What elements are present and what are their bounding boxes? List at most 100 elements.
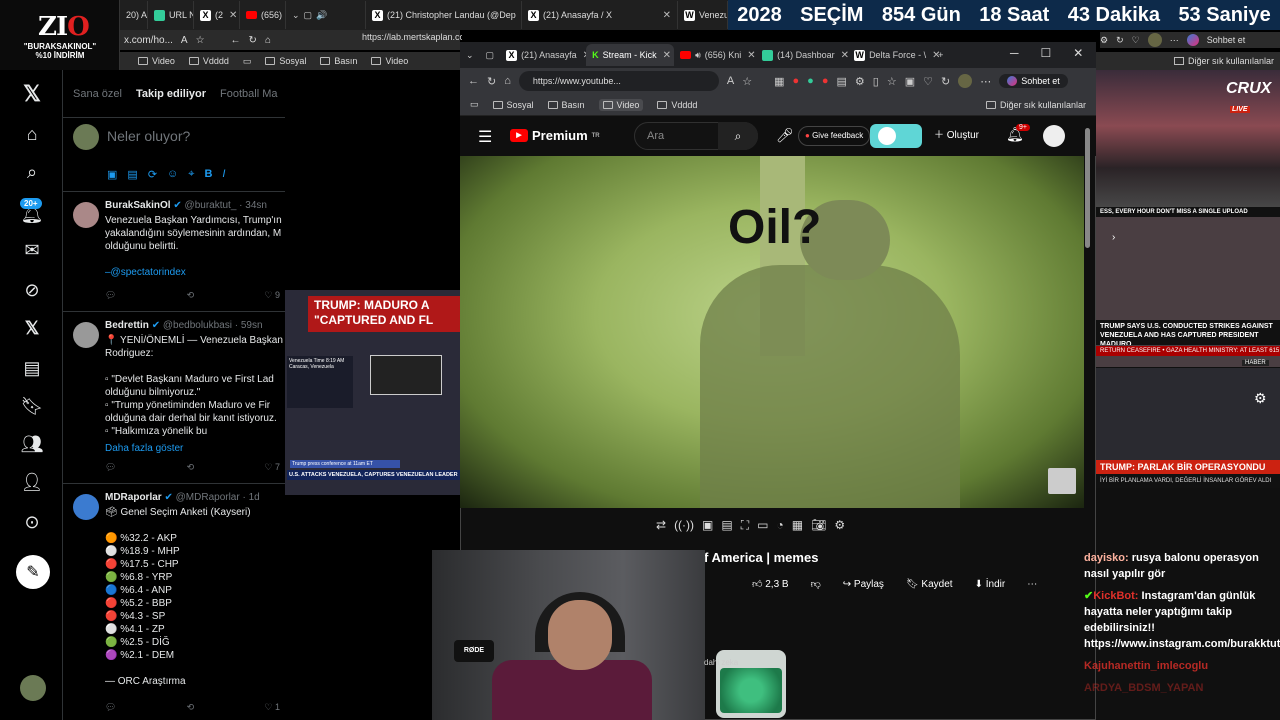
tab-football[interactable]: Football Ma [220,88,277,100]
tweet[interactable]: BurakSakinOl ✔ @buraktut_ · 34sn Venezue… [63,192,285,312]
speaker-icon[interactable]: 🔊 [316,10,327,21]
like-button[interactable]: ♡ 7 [264,462,280,473]
home-icon[interactable]: ⌂ [20,122,44,146]
youtube-premium-logo[interactable]: ▶ Premium TR [510,128,600,143]
like-button[interactable]: 👍︎ 2,3 B [752,578,789,590]
refresh-icon[interactable]: ← [231,35,241,46]
image-icon[interactable]: ▣ [107,168,117,181]
screenshot-icon[interactable]: ▦ [792,518,803,533]
hamburger-menu-icon[interactable]: ☰ [478,127,492,147]
tweet-author[interactable]: Bedrettin [105,320,149,331]
url-field[interactable]: https://www.youtube... [518,71,719,91]
gif-icon[interactable]: ▤ [127,168,137,181]
browser-tab[interactable]: URL N [148,1,194,29]
compose-input[interactable]: Neler oluyor? [107,128,190,144]
more-icon[interactable]: ⋯ [1027,579,1037,590]
tweet-author[interactable]: MDRaporlar [105,492,162,503]
tab-kick-stream[interactable]: K Stream - Kick ✕ [586,44,675,66]
location-icon[interactable]: ⌖ [188,168,194,181]
tweet-author[interactable]: BurakSakinOl [105,200,171,211]
reading-icon[interactable]: ▭ [243,56,252,67]
channel-avatar[interactable] [1043,125,1065,147]
bookmark-item[interactable]: Video [138,56,175,66]
broadcast-icon[interactable]: ((·)) [674,518,694,533]
chat-user[interactable]: Kajuhanettin_imlecoglu [1084,660,1208,672]
mail-icon[interactable]: ✉ [20,238,44,262]
minimize-button[interactable]: ─ [1010,46,1019,60]
collections-icon[interactable]: ▣ [905,75,915,88]
tab-following[interactable]: Takip ediliyor [136,88,206,100]
fullscreen-icon[interactable]: ⛶ [741,518,749,533]
tab-youtube[interactable]: 🔊︎ (656) Kni ✕ [674,44,756,66]
back-icon[interactable]: ← [468,75,479,87]
close-icon[interactable]: ✕ [229,10,237,21]
retweet-icon[interactable]: ⟲ [187,462,195,473]
tab-x-home[interactable]: X(21) Anasayfa✕ [500,44,591,66]
bookmark-icon[interactable]: 🔖︎ [20,394,44,418]
bookmark-item[interactable]: Video [371,56,408,66]
post-button[interactable]: ✎ [16,555,50,589]
browser-tab[interactable]: X (2 ✕ [194,1,240,29]
sync-icon[interactable]: ↻ [941,75,950,88]
extension-red-icon[interactable]: ● [822,75,829,87]
extension-toggle[interactable] [870,124,922,148]
extension-red-icon[interactable]: ● [793,75,800,87]
bookmark-item[interactable]: Sosyal [492,100,534,110]
extension-icon[interactable]: ▦ [774,75,784,88]
bookmark-item[interactable]: Vdddd [657,100,697,110]
extension-green-icon[interactable]: ● [807,75,814,87]
sync-icon[interactable]: ↻ [1116,35,1124,46]
chat-user[interactable]: dayisko: [1084,552,1129,564]
chat-button[interactable]: Sohbet et [1207,35,1246,45]
reload-icon[interactable]: ↻ [249,35,257,46]
grok-icon[interactable]: ⊘ [20,278,44,302]
profile-avatar[interactable] [958,74,973,88]
tab-delta-force[interactable]: W Delta Force - \ ✕ [848,44,940,66]
save-button[interactable]: 🔖︎ Kaydet [906,579,953,590]
translate-icon[interactable]: A [727,75,734,87]
tweet[interactable]: Bedrettin ✔ @bedbolukbasi · 59sn 📍 YENİ/… [63,312,285,484]
more-icon[interactable]: ⋯ [980,75,991,88]
reply-icon[interactable]: 💬︎ [105,290,116,301]
share-button[interactable]: ↪ Paylaş [843,579,884,590]
video-icon[interactable]: ▣ [702,518,713,533]
retweet-icon[interactable]: ⟲ [187,702,195,713]
more-icon[interactable]: ⊙ [20,510,44,534]
close-icon[interactable]: ✕ [747,50,755,61]
camera-icon[interactable]: 📷︎ [811,518,826,533]
favorites-icon[interactable]: ☆ [887,75,897,88]
speed-icon[interactable]: ◔ [776,518,783,533]
gear-icon[interactable]: ⚙ [834,518,845,533]
lists-icon[interactable]: ▤ [20,356,44,380]
reply-icon[interactable]: 💬︎ [105,702,116,713]
feedback-button[interactable]: ● Give feedback [798,126,871,146]
gear-icon[interactable]: ⚙ [1254,390,1267,407]
translate-icon[interactable]: A [181,35,188,46]
extension-icon[interactable]: ⚙ [855,75,865,88]
search-button[interactable]: ⌕ [718,122,758,150]
emoji-icon[interactable]: ☺ [167,168,178,181]
heart-icon[interactable]: ♡ [1132,35,1140,46]
voice-search-icon[interactable]: 🎤︎ [776,127,794,144]
clapper-icon[interactable]: ▤ [721,518,732,533]
loop-icon[interactable]: ⇄ [656,518,666,533]
account-avatar[interactable] [20,675,46,701]
download-button[interactable]: ⬇ İndir [975,579,1006,590]
chevron-down-icon[interactable]: ⌄ [460,44,480,66]
browser-tab[interactable]: 20) Ar [120,1,148,29]
grok-icon[interactable]: ⟳ [148,168,157,181]
bookmark-other[interactable]: Diğer sık kullanılanlar [985,100,1086,110]
close-icon[interactable]: ✕ [663,10,671,21]
reload-icon[interactable]: ↻ [487,75,496,88]
x-logo-icon[interactable]: 𝕏 [20,81,44,106]
chevron-down-icon[interactable]: ⌄ [292,10,300,21]
address-url-left[interactable]: x.com/ho... [124,35,173,46]
split-icon[interactable]: ▯ [873,75,879,88]
reading-icon[interactable]: ▭ [470,99,479,110]
new-tab-button[interactable]: + [932,44,949,66]
premium-x-icon[interactable]: 𝕏 [20,316,44,340]
bookmark-item[interactable]: Basın [320,56,357,66]
create-button[interactable]: ＋ Oluştur [934,124,979,148]
show-more-link[interactable]: Daha fazla göster [105,442,285,456]
retweet-icon[interactable]: ⟲ [187,290,195,301]
